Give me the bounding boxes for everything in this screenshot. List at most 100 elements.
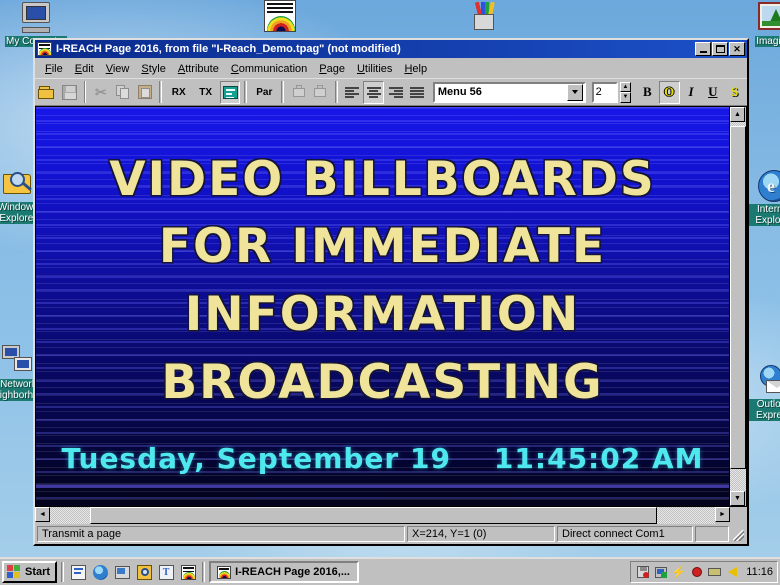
menu-item-file[interactable]: File: [39, 61, 69, 77]
pens-shortcut-icon: [468, 0, 500, 32]
page-properties-button[interactable]: [219, 80, 241, 104]
tx-button[interactable]: TX: [192, 80, 219, 104]
copy-button[interactable]: [112, 80, 134, 104]
size-spinner-buttons[interactable]: ▲ ▼: [619, 81, 631, 103]
window-titlebar[interactable]: I-REACH Page 2016, from file "I-Reach_De…: [35, 40, 747, 58]
close-button[interactable]: ✕: [729, 42, 745, 56]
start-label: Start: [25, 566, 51, 578]
stop-icon[interactable]: [689, 565, 704, 580]
align-center-button[interactable]: [363, 80, 385, 104]
scroll-left-button[interactable]: ◄: [35, 507, 50, 522]
menu-item-utilities[interactable]: Utilities: [351, 61, 398, 77]
shadow-label: S: [731, 84, 739, 99]
taskbar-divider-2: [202, 562, 206, 582]
billboard-line-1: VIDEO BILLBOARDS: [109, 152, 656, 207]
menu-select-value: Menu 56: [437, 86, 482, 98]
save-icon: [61, 84, 77, 100]
menu-item-attribute[interactable]: Attribute: [172, 61, 225, 77]
desktop-icon-paint-shop[interactable]: Paint Shop: [452, 0, 516, 34]
rx-button[interactable]: RX: [165, 80, 192, 104]
bold-button[interactable]: B: [636, 80, 658, 104]
windows-logo-icon: [7, 565, 22, 579]
cut-icon: ✂: [95, 84, 107, 100]
paste-button[interactable]: [134, 80, 155, 104]
resize-grip[interactable]: [731, 526, 745, 542]
network-neighborhood-icon: [2, 345, 34, 377]
scrollbar-corner: [730, 507, 747, 524]
align-left-button[interactable]: [341, 80, 363, 104]
taskbar-clock[interactable]: 11:16: [743, 566, 773, 578]
scroll-down-button[interactable]: ▼: [730, 491, 745, 506]
task-button-label: I-REACH Page 2016,...: [235, 566, 350, 578]
billboard-canvas[interactable]: VIDEO BILLBOARDS FOR IMMEDIATE INFORMATI…: [35, 106, 730, 507]
i-reach-icon: [217, 565, 232, 579]
size-spinner[interactable]: 2: [591, 81, 618, 103]
outlook-express-icon: [758, 365, 780, 397]
align-right-icon: [388, 86, 403, 99]
quick-launch-show-desktop-icon[interactable]: [112, 562, 132, 582]
shadow-button[interactable]: S: [724, 80, 746, 104]
desktop: My Computer I-REACH Paint Shop: [0, 0, 780, 585]
status-hint: Transmit a page: [37, 526, 405, 542]
desktop-icon-label: Imaging: [755, 36, 780, 47]
horizontal-scroll-track[interactable]: [50, 507, 715, 524]
insert-row-button[interactable]: [288, 80, 309, 104]
floppy-icon[interactable]: [635, 565, 650, 580]
align-justify-button[interactable]: [407, 80, 428, 104]
quick-launch-internet-explorer-icon[interactable]: [90, 562, 110, 582]
window-controls: ✕: [695, 42, 745, 56]
underline-button[interactable]: U: [702, 80, 724, 104]
desktop-icon-i-reach[interactable]: I-REACH: [248, 0, 312, 34]
power-icon[interactable]: ⚡: [671, 565, 686, 580]
menu-item-view[interactable]: View: [100, 61, 136, 77]
maximize-button[interactable]: [712, 42, 728, 56]
vertical-scroll-track[interactable]: [730, 122, 746, 491]
status-bar: Transmit a page X=214, Y=1 (0) Direct co…: [35, 524, 747, 544]
menu-item-help[interactable]: Help: [398, 61, 433, 77]
internet-explorer-icon: e: [758, 170, 780, 202]
outline-button[interactable]: O: [658, 80, 680, 104]
menu-bar: File Edit View Style Attribute Communica…: [35, 58, 747, 78]
menu-select[interactable]: Menu 56: [432, 81, 586, 103]
save-button[interactable]: [58, 80, 80, 104]
billboard-line-2: FOR IMMEDIATE: [158, 219, 607, 274]
size-spinner-value: 2: [595, 86, 602, 98]
display-icon[interactable]: [653, 565, 668, 580]
horizontal-scrollbar[interactable]: ◄ ►: [35, 507, 747, 524]
vertical-scroll-thumb[interactable]: [730, 126, 746, 469]
start-button[interactable]: Start: [2, 561, 58, 583]
paragraph-button[interactable]: Par: [251, 80, 278, 104]
quick-launch-text-editor-icon[interactable]: T: [156, 562, 176, 582]
spinner-up-button[interactable]: ▲: [619, 81, 631, 92]
window-title: I-REACH Page 2016, from file "I-Reach_De…: [56, 43, 401, 55]
chevron-down-icon[interactable]: [566, 83, 583, 101]
copy-icon: [115, 85, 130, 99]
modem-icon[interactable]: [707, 565, 722, 580]
quick-launch-notepad-icon[interactable]: [68, 562, 88, 582]
spinner-down-button[interactable]: ▼: [619, 92, 631, 103]
billboard-line-4: BROADCASTING: [161, 355, 604, 410]
volume-icon[interactable]: [725, 565, 740, 580]
bold-label: B: [643, 84, 652, 99]
scroll-up-button[interactable]: ▲: [730, 107, 745, 122]
vertical-scrollbar[interactable]: ▲ ▼: [730, 106, 747, 507]
italic-button[interactable]: I: [680, 80, 702, 104]
quick-launch-i-reach-icon[interactable]: [178, 562, 198, 582]
delete-row-button[interactable]: [309, 80, 331, 104]
open-button[interactable]: [37, 80, 58, 104]
cut-button[interactable]: ✂: [90, 80, 112, 104]
menu-item-page[interactable]: Page: [313, 61, 351, 77]
horizontal-scroll-thumb[interactable]: [90, 507, 657, 524]
menu-item-communication[interactable]: Communication: [225, 61, 313, 77]
open-icon: [38, 85, 56, 99]
quick-launch-search-icon[interactable]: [134, 562, 154, 582]
i-reach-window: I-REACH Page 2016, from file "I-Reach_De…: [33, 38, 749, 546]
taskbar: Start T I-REACH Page 2016,... ⚡ 11:16: [0, 557, 780, 585]
scroll-right-button[interactable]: ►: [715, 507, 730, 522]
task-button-i-reach[interactable]: I-REACH Page 2016,...: [209, 561, 360, 583]
align-right-button[interactable]: [385, 80, 407, 104]
menu-item-edit[interactable]: Edit: [69, 61, 100, 77]
my-computer-icon: [20, 2, 52, 34]
menu-item-style[interactable]: Style: [135, 61, 171, 77]
minimize-button[interactable]: [695, 42, 711, 56]
